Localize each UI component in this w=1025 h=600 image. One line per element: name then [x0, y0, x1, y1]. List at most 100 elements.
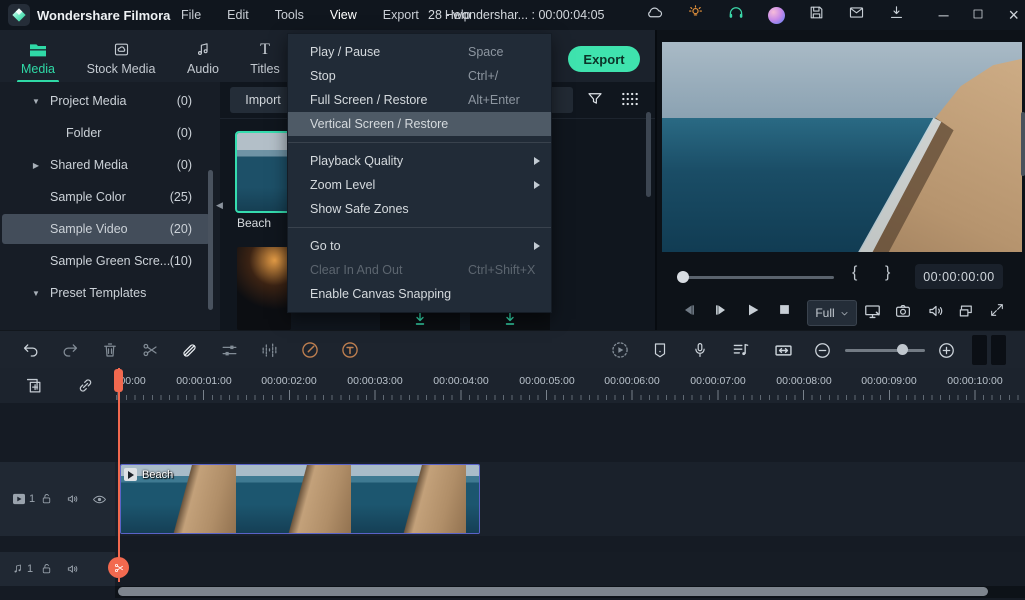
menu-item-play-pause[interactable]: Play / Pause Space [288, 40, 551, 64]
playhead-handle[interactable] [114, 369, 123, 392]
mute-speaker-button[interactable] [927, 302, 945, 320]
mark-out-button[interactable]: } [885, 264, 890, 282]
chevron-down-icon[interactable]: ▼ [30, 97, 42, 106]
tab-media[interactable]: Media [10, 36, 66, 83]
panel-toggle-right[interactable] [991, 335, 1006, 365]
denoise-wave-button[interactable] [256, 331, 282, 369]
timeline-zoom-handle[interactable] [897, 344, 908, 355]
chevron-down-icon[interactable]: ▼ [30, 289, 42, 298]
preview-scrollbar[interactable] [1021, 112, 1025, 176]
fit-to-timeline-button[interactable] [768, 331, 798, 369]
adjust-sliders-button[interactable] [216, 331, 242, 369]
playhead-split-button[interactable] [108, 557, 129, 578]
chevron-right-icon[interactable]: ▶ [30, 161, 42, 170]
export-button[interactable]: Export [568, 46, 640, 72]
snapshot-camera-button[interactable] [894, 302, 912, 320]
menu-item-full-screen-restore[interactable]: Full Screen / Restore Alt+Enter [288, 88, 551, 112]
play-button[interactable] [745, 302, 761, 318]
grid-view-icon[interactable] [620, 90, 640, 113]
sidebar-item-shared-media[interactable]: ▶ Shared Media (0) [2, 150, 210, 180]
audio-track-body[interactable] [115, 552, 1025, 586]
menu-export[interactable]: Export [374, 5, 428, 25]
menu-item-playback-quality[interactable]: Playback Quality [288, 149, 551, 173]
mark-in-button[interactable]: { [852, 264, 857, 282]
manage-tracks-icon[interactable] [24, 376, 43, 400]
link-icon[interactable] [76, 376, 95, 400]
seek-handle[interactable] [677, 271, 689, 283]
sidebar-item-sample-green-screen[interactable]: Sample Green Scre... (10) [2, 246, 210, 276]
tab-audio[interactable]: Audio [178, 36, 228, 80]
filter-icon[interactable] [586, 90, 604, 113]
mute-track-icon[interactable] [66, 492, 80, 506]
menu-file[interactable]: File [172, 5, 210, 25]
timeline-ruler[interactable]: 00:00:00:00 00:00:01:00 00:00:02:00 00:0… [115, 368, 1025, 403]
fullscreen-button[interactable] [989, 302, 1005, 318]
collapse-panel-icon[interactable]: ◀ [216, 200, 223, 211]
download-icon[interactable] [888, 4, 905, 26]
mail-icon[interactable] [848, 4, 865, 26]
mute-track-icon[interactable] [66, 562, 80, 576]
menu-item-stop[interactable]: Stop Ctrl+/ [288, 64, 551, 88]
download-media-icon[interactable] [504, 312, 516, 331]
media-item-thumbnail[interactable] [237, 247, 291, 330]
sidebar-scrollbar[interactable] [208, 170, 213, 310]
support-headset-icon[interactable] [727, 4, 745, 27]
quality-dropdown[interactable]: Full [807, 300, 857, 326]
whats-new-bulb-icon[interactable] [687, 4, 704, 26]
timeline-clip-beach[interactable]: Beach [120, 464, 480, 534]
cloud-icon[interactable] [646, 4, 664, 27]
audio-mixer-button[interactable] [726, 331, 756, 369]
timeline-zoom-slider[interactable] [845, 349, 925, 352]
sidebar-item-preset-templates[interactable]: ▼ Preset Templates [2, 278, 210, 308]
marker-button[interactable] [646, 331, 674, 369]
lock-track-icon[interactable] [40, 492, 53, 505]
preview-video[interactable] [662, 42, 1022, 252]
seek-bar[interactable] [682, 276, 834, 279]
minimize-button[interactable]: ─ [939, 7, 949, 23]
delete-button[interactable] [98, 331, 122, 369]
tab-titles[interactable]: T Titles [242, 36, 288, 80]
zoom-out-button[interactable] [808, 331, 836, 369]
close-button[interactable]: × [1008, 5, 1019, 26]
download-media-icon[interactable] [414, 312, 426, 331]
menu-tools[interactable]: Tools [266, 5, 313, 25]
sidebar-item-project-media[interactable]: ▼ Project Media (0) [2, 86, 210, 116]
picture-in-picture-button[interactable] [957, 302, 975, 320]
user-avatar[interactable] [768, 6, 785, 24]
sidebar-item-sample-color[interactable]: Sample Color (25) [2, 182, 210, 212]
video-track-body[interactable]: Beach [115, 462, 1025, 536]
timeline-hscrollbar[interactable] [115, 586, 1025, 598]
lock-track-icon[interactable] [40, 562, 53, 575]
menu-edit[interactable]: Edit [218, 5, 258, 25]
playhead[interactable] [108, 368, 129, 582]
crop-tool-button[interactable] [176, 331, 202, 369]
sidebar-item-folder[interactable]: Folder (0) [2, 118, 210, 148]
next-frame-button[interactable] [713, 302, 729, 318]
save-icon[interactable] [808, 4, 825, 26]
menu-item-show-safe-zones[interactable]: Show Safe Zones [288, 197, 551, 221]
sidebar-item-sample-video[interactable]: Sample Video (20) [2, 214, 210, 244]
menu-item-go-to[interactable]: Go to [288, 234, 551, 258]
hide-track-eye-icon[interactable] [92, 492, 107, 507]
text-to-speech-button[interactable] [336, 331, 364, 369]
redo-button[interactable] [58, 331, 82, 369]
media-panel-scrollbar[interactable] [646, 112, 651, 197]
menu-item-vertical-screen-restore[interactable]: Vertical Screen / Restore [288, 112, 551, 136]
speed-ramping-button[interactable] [296, 331, 324, 369]
tab-stock-media[interactable]: Stock Media [82, 36, 160, 80]
undo-button[interactable] [18, 331, 42, 369]
play-on-second-screen-button[interactable] [863, 302, 882, 321]
render-preview-button[interactable] [606, 331, 634, 369]
menu-item-enable-canvas-snapping[interactable]: Enable Canvas Snapping [288, 282, 551, 306]
media-item-beach-thumbnail[interactable] [235, 131, 293, 213]
menu-view[interactable]: View [321, 5, 366, 25]
split-scissors-button[interactable] [138, 331, 162, 369]
zoom-in-button[interactable] [932, 331, 960, 369]
timeline-hscroll-thumb[interactable] [118, 587, 988, 596]
stop-button[interactable] [777, 302, 792, 317]
previous-frame-button[interactable] [681, 302, 697, 318]
record-voiceover-button[interactable] [686, 331, 714, 369]
maximize-button[interactable] [972, 7, 984, 23]
panel-toggle-left[interactable] [972, 335, 987, 365]
menu-item-zoom-level[interactable]: Zoom Level [288, 173, 551, 197]
